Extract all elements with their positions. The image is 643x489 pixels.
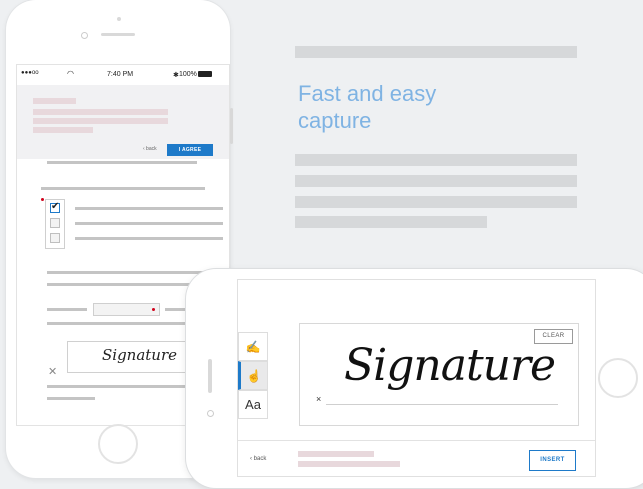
type-icon: Aa bbox=[245, 397, 261, 412]
camera-dot bbox=[117, 17, 121, 21]
landscape-screen: ✍ ☝ Aa CLEAR × Signature ‹ back INSERT bbox=[237, 279, 596, 477]
signature-pad[interactable]: CLEAR × Signature bbox=[299, 323, 579, 426]
checkbox-label-line bbox=[75, 237, 223, 240]
header-line bbox=[33, 98, 76, 104]
placeholder-line bbox=[295, 46, 577, 58]
footer-line bbox=[298, 461, 400, 467]
placeholder-line bbox=[295, 154, 577, 166]
x-mark: × bbox=[316, 394, 322, 404]
front-camera bbox=[207, 410, 214, 417]
battery-text: 100% bbox=[179, 71, 197, 78]
signature-field[interactable]: Signature bbox=[67, 341, 193, 373]
front-camera bbox=[81, 32, 88, 39]
footer-line bbox=[298, 451, 374, 457]
placeholder-line bbox=[295, 216, 487, 228]
header-line bbox=[33, 127, 93, 133]
back-link[interactable]: ‹ back bbox=[250, 456, 266, 462]
signature-baseline bbox=[326, 404, 558, 405]
hand-icon: ☝ bbox=[246, 368, 262, 383]
signal-icon: ●●●oo bbox=[21, 70, 39, 76]
battery-icon bbox=[198, 71, 212, 77]
tool-panel: ✍ ☝ Aa bbox=[238, 332, 268, 420]
signature-text: Signature bbox=[344, 340, 556, 391]
checkbox-label-line bbox=[75, 222, 223, 225]
speaker-grille bbox=[101, 33, 135, 36]
bluetooth-icon: ✱ bbox=[173, 72, 179, 79]
hero-title: Fast and easy capture bbox=[298, 80, 558, 134]
signature-preview: Signature bbox=[102, 346, 178, 364]
header-line bbox=[33, 118, 168, 124]
placeholder-line bbox=[295, 196, 577, 208]
checkbox-label-line bbox=[75, 207, 223, 210]
field-label-line bbox=[47, 308, 87, 311]
speaker-grille bbox=[208, 359, 212, 393]
pen-draw-icon: ✍ bbox=[245, 339, 261, 354]
hero-title-line2: capture bbox=[298, 108, 372, 133]
wifi-icon: ◠ bbox=[67, 69, 74, 78]
home-button[interactable] bbox=[98, 424, 138, 464]
insert-button[interactable]: INSERT bbox=[529, 450, 576, 471]
draw-tool[interactable]: ✍ bbox=[238, 332, 268, 361]
required-marker bbox=[152, 308, 155, 311]
home-button[interactable] bbox=[598, 358, 638, 398]
close-icon[interactable]: ✕ bbox=[48, 365, 57, 378]
doc-line bbox=[47, 161, 197, 164]
landscape-phone: ✍ ☝ Aa CLEAR × Signature ‹ back INSERT bbox=[186, 269, 643, 488]
doc-line bbox=[47, 397, 95, 400]
text-field[interactable] bbox=[93, 303, 160, 316]
check-icon: ✔ bbox=[51, 201, 60, 212]
status-bar: ●●●oo ◠ 7:40 PM ✱ 100% bbox=[17, 65, 229, 85]
footer-bar: ‹ back INSERT bbox=[238, 440, 595, 476]
upload-tool[interactable]: ☝ bbox=[238, 361, 268, 390]
back-link[interactable]: ‹ back bbox=[143, 146, 157, 152]
header-line bbox=[33, 109, 168, 115]
clock-time: 7:40 PM bbox=[107, 71, 134, 78]
checkbox-2[interactable] bbox=[50, 218, 60, 228]
type-tool[interactable]: Aa bbox=[238, 390, 268, 419]
placeholder-line bbox=[295, 175, 577, 187]
doc-line bbox=[41, 187, 205, 190]
hero-title-line1: Fast and easy bbox=[298, 81, 437, 106]
checkbox-1[interactable]: ✔ bbox=[50, 201, 60, 213]
required-marker bbox=[41, 198, 44, 201]
agree-button[interactable]: I AGREE bbox=[167, 144, 213, 156]
side-button bbox=[230, 108, 233, 144]
checkbox-3[interactable] bbox=[50, 233, 60, 243]
